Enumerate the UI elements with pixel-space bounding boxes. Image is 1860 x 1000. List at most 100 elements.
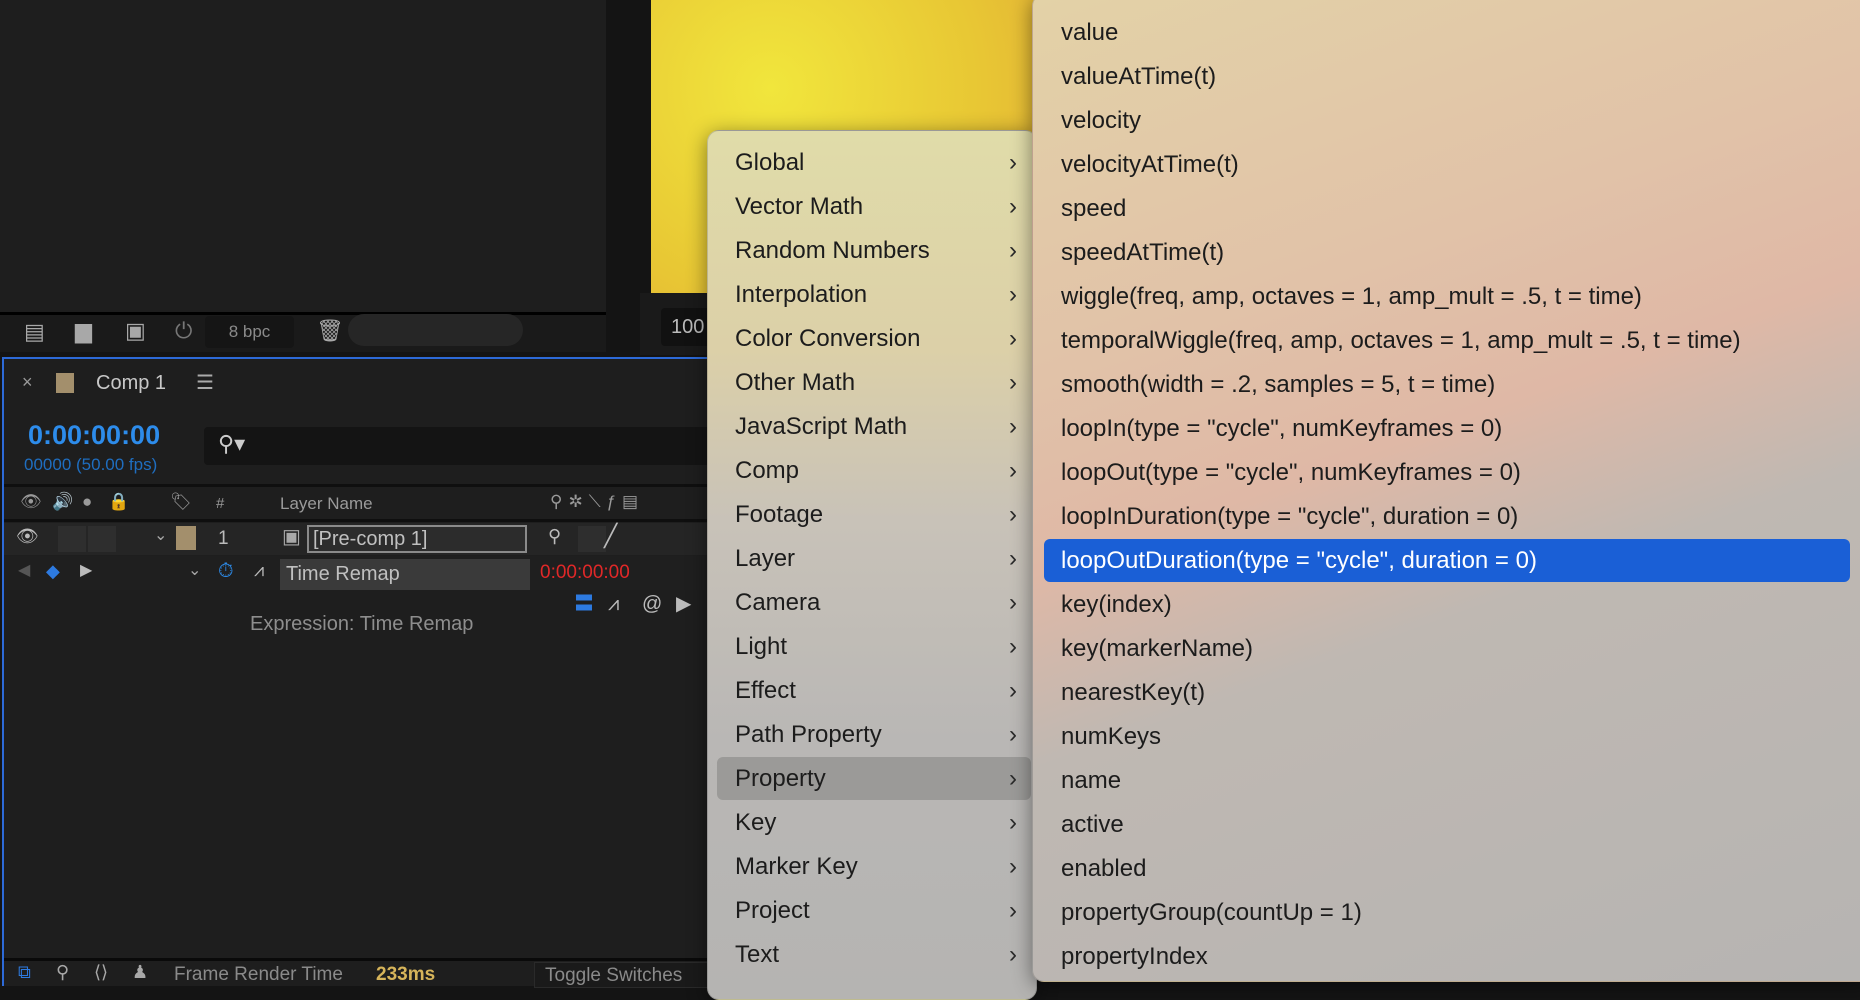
submenu-item[interactable]: speed xyxy=(1044,187,1850,230)
menu-item-footage[interactable]: Footage › xyxy=(717,493,1031,536)
submenu-item[interactable]: velocityAtTime(t) xyxy=(1044,143,1850,186)
submenu-item[interactable]: wiggle(freq, amp, octaves = 1, amp_mult … xyxy=(1044,275,1850,318)
menu-item-layer[interactable]: Layer › xyxy=(717,537,1031,580)
column-number: # xyxy=(216,495,225,512)
submenu-item[interactable]: value xyxy=(1044,11,1850,54)
submenu-item[interactable]: temporalWiggle(freq, amp, octaves = 1, a… xyxy=(1044,319,1850,362)
new-composition-icon[interactable]: ▣ xyxy=(125,320,146,342)
submenu-item[interactable]: enabled xyxy=(1044,847,1850,890)
chevron-right-icon: › xyxy=(1009,149,1017,176)
submenu-item[interactable]: speedAtTime(t) xyxy=(1044,231,1850,274)
layer-search-input[interactable]: ⚲▾ xyxy=(204,427,764,465)
pick-whip-icon[interactable]: @ xyxy=(642,594,662,614)
new-folder-icon[interactable]: ▆ xyxy=(75,320,92,342)
expression-language-menu-icon[interactable]: ▶ xyxy=(676,594,691,614)
lock-toggle[interactable] xyxy=(88,526,116,552)
tab-comp[interactable]: Comp 1 xyxy=(96,372,166,395)
menu-item-camera[interactable]: Camera › xyxy=(717,581,1031,624)
layer-switches-icon[interactable]: ⧉ xyxy=(18,963,31,981)
submenu-item[interactable]: name xyxy=(1044,759,1850,802)
visibility-eye-icon[interactable]: 👁 xyxy=(16,527,39,545)
frame-render-label: Frame Render Time xyxy=(174,964,343,985)
collapse-toggle[interactable] xyxy=(578,526,606,552)
submenu-item[interactable]: propertyGroup(countUp = 1) xyxy=(1044,891,1850,934)
interpret-footage-icon[interactable]: ▤ xyxy=(24,321,45,343)
bit-depth-button[interactable]: 8 bpc xyxy=(205,316,294,348)
shy-icon[interactable]: ⚲ xyxy=(548,527,561,545)
graph-icon[interactable]: ⩘ xyxy=(254,561,264,579)
switches-icons: ⚲✲⟍ƒ▤ xyxy=(550,492,645,511)
submenu-item[interactable]: key(markerName) xyxy=(1044,627,1850,670)
submenu-item[interactable]: active xyxy=(1044,803,1850,846)
trash-icon[interactable]: 🗑 xyxy=(316,320,344,342)
menu-item-interpolation[interactable]: Interpolation › xyxy=(717,273,1031,316)
menu-item-javascript-math[interactable]: JavaScript Math › xyxy=(717,405,1031,448)
stopwatch-icon[interactable]: ⏱ xyxy=(218,561,234,581)
chevron-right-icon: › xyxy=(1009,677,1017,704)
menu-item-comp[interactable]: Comp › xyxy=(717,449,1031,492)
menu-item-label: Camera xyxy=(735,589,821,616)
chevron-right-icon: › xyxy=(1009,809,1017,836)
expand-chevron-icon[interactable]: ⌄ xyxy=(188,563,201,579)
expression-enable-icon[interactable]: 〓 xyxy=(574,594,594,614)
menu-item-global[interactable]: Global › xyxy=(717,141,1031,184)
audio-toggle[interactable] xyxy=(58,526,86,552)
menu-item-key[interactable]: Key › xyxy=(717,801,1031,844)
submenu-item[interactable]: loopOutDuration(type = "cycle", duration… xyxy=(1044,539,1850,582)
submenu-item[interactable]: key(index) xyxy=(1044,583,1850,626)
next-keyframe-icon[interactable]: ▶ xyxy=(80,563,92,579)
layer-index: 1 xyxy=(218,528,229,549)
quality-slash-icon[interactable]: ╱ xyxy=(604,525,617,547)
transfer-controls-icon[interactable]: ⚲ xyxy=(56,963,69,981)
property-value[interactable]: 0:00:00:00 xyxy=(540,562,630,584)
submenu-item[interactable]: valueAtTime(t) xyxy=(1044,55,1850,98)
submenu-item[interactable]: loopOut(type = "cycle", numKeyframes = 0… xyxy=(1044,451,1850,494)
render-time-icon[interactable]: ♟ xyxy=(132,963,148,981)
submenu-item[interactable]: nearestKey(t) xyxy=(1044,671,1850,714)
menu-item-label: Text xyxy=(735,941,780,968)
menu-item-marker-key[interactable]: Marker Key › xyxy=(717,845,1031,888)
menu-item-label: Color Conversion xyxy=(735,325,921,352)
submenu-item[interactable]: loopInDuration(type = "cycle", duration … xyxy=(1044,495,1850,538)
search-icon: ⚲▾ xyxy=(218,431,246,456)
menu-item-other-math[interactable]: Other Math › xyxy=(717,361,1031,404)
render-power-icon[interactable]: ⏻ xyxy=(175,320,192,342)
project-search[interactable] xyxy=(348,314,523,346)
menu-item-effect[interactable]: Effect › xyxy=(717,669,1031,712)
current-timecode[interactable]: 0:00:00:00 xyxy=(28,420,160,451)
keyframe-diamond-icon[interactable]: ◆ xyxy=(46,562,60,580)
submenu-item[interactable]: propertyIndex xyxy=(1044,935,1850,978)
submenu-item[interactable]: numKeys xyxy=(1044,715,1850,758)
menu-item-property[interactable]: Property › xyxy=(717,757,1031,800)
property-name[interactable]: Time Remap xyxy=(280,559,530,590)
chevron-right-icon: › xyxy=(1009,413,1017,440)
menu-item-project[interactable]: Project › xyxy=(717,889,1031,932)
panel-menu-icon[interactable]: ☰ xyxy=(196,370,214,395)
layer-label-color[interactable] xyxy=(176,526,196,550)
menu-item-label: Random Numbers xyxy=(735,237,930,264)
toggle-switches-button[interactable]: Toggle Switches xyxy=(534,962,734,988)
frame-rate-info: 00000 (50.00 fps) xyxy=(24,455,158,474)
precomp-icon: ▣ xyxy=(282,526,301,548)
layer-name-field[interactable]: [Pre-comp 1] xyxy=(307,525,527,553)
submenu-item[interactable]: velocity xyxy=(1044,99,1850,142)
submenu-item[interactable]: loopIn(type = "cycle", numKeyframes = 0) xyxy=(1044,407,1850,450)
menu-item-label: Footage xyxy=(735,501,824,528)
submenu-item[interactable]: smooth(width = .2, samples = 5, t = time… xyxy=(1044,363,1850,406)
expression-graph-icon[interactable]: ⩘ xyxy=(608,594,619,614)
expand-chevron-icon[interactable]: ⌄ xyxy=(154,528,167,544)
menu-item-vector-math[interactable]: Vector Math › xyxy=(717,185,1031,228)
chevron-right-icon: › xyxy=(1009,853,1017,880)
chevron-right-icon: › xyxy=(1009,193,1017,220)
menu-item-text[interactable]: Text › xyxy=(717,933,1031,976)
menu-item-random-numbers[interactable]: Random Numbers › xyxy=(717,229,1031,272)
previous-keyframe-icon[interactable]: ◀ xyxy=(18,563,30,579)
menu-item-color-conversion[interactable]: Color Conversion › xyxy=(717,317,1031,360)
column-layer-name[interactable]: Layer Name xyxy=(280,494,373,514)
menu-item-path-property[interactable]: Path Property › xyxy=(717,713,1031,756)
menu-item-light[interactable]: Light › xyxy=(717,625,1031,668)
in-out-icon[interactable]: ⟨⟩ xyxy=(94,963,108,981)
solo-icon: ● xyxy=(82,492,93,511)
chevron-right-icon: › xyxy=(1009,765,1017,792)
close-tab-icon[interactable]: × xyxy=(22,372,33,393)
